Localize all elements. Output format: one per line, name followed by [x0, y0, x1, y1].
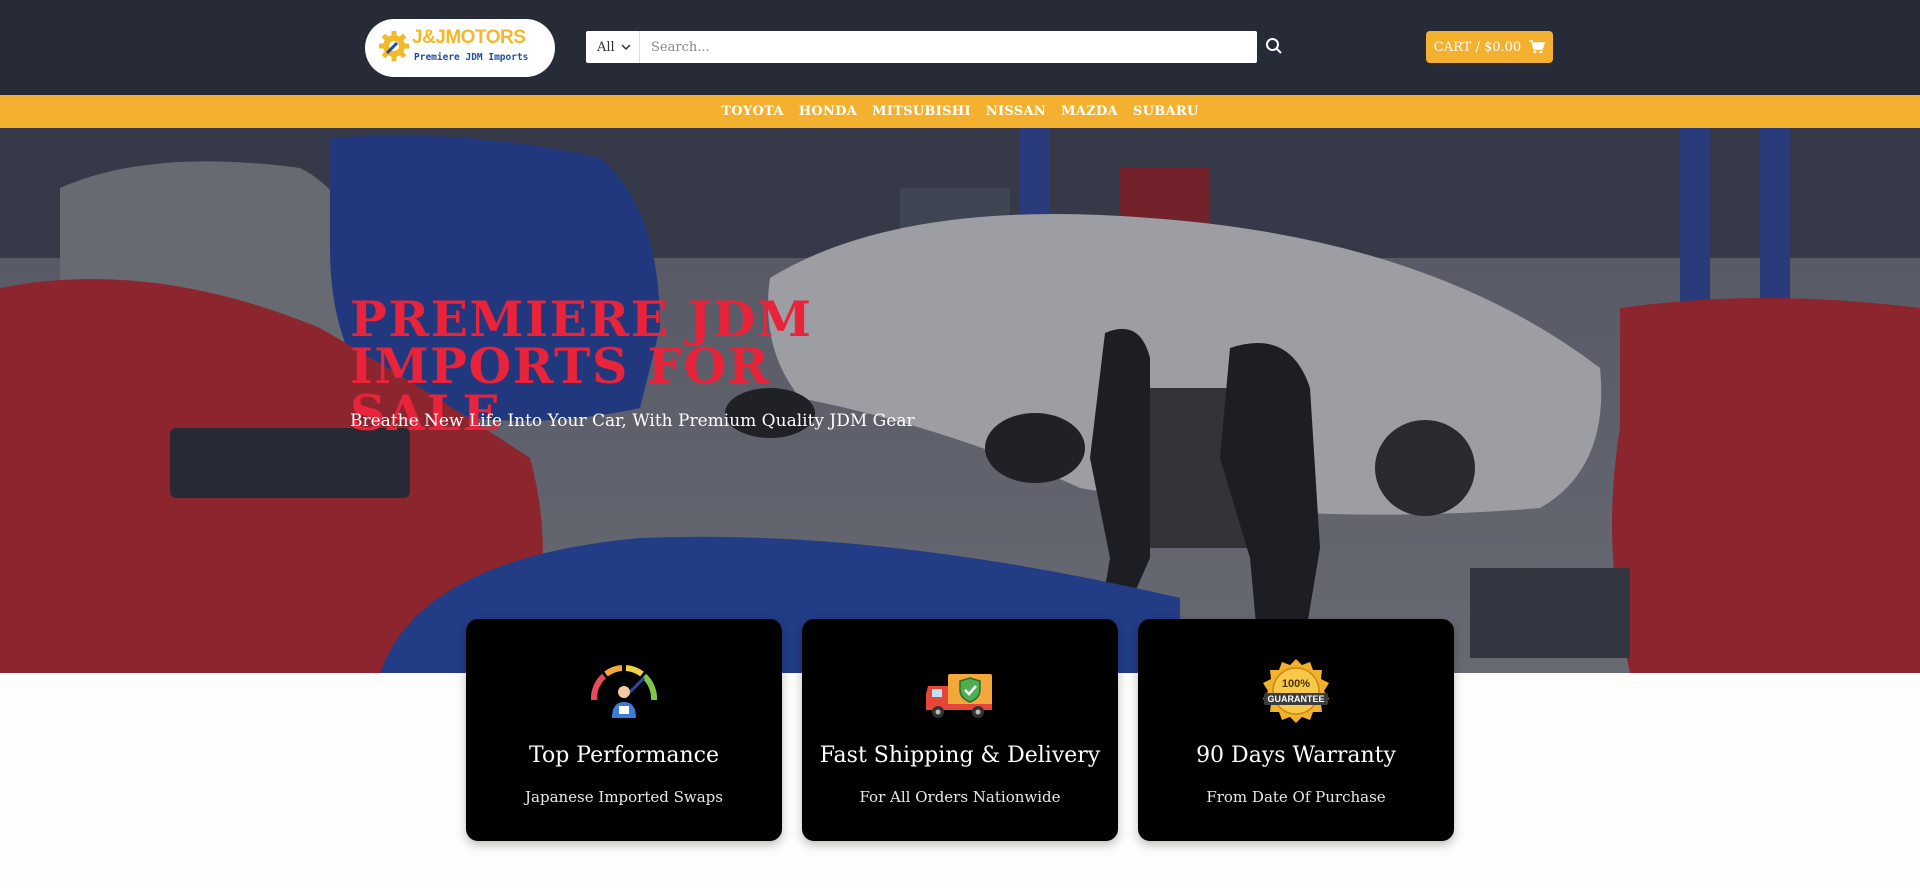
hero-banner: PREMIERE JDM IMPORTS FOR SALE Breathe Ne… — [0, 128, 1920, 673]
feature-title: Top Performance — [528, 743, 720, 768]
nav-item-subaru[interactable]: SUBARU — [1133, 104, 1199, 119]
nav-item-nissan[interactable]: NISSAN — [986, 104, 1046, 119]
brand-nav: TOYOTA HONDA MITSUBISHI NISSAN MAZDA SUB… — [0, 95, 1920, 128]
site-header: J&JMOTORS Premiere JDM Imports All CART … — [0, 0, 1920, 95]
feature-title: Fast Shipping & Delivery — [819, 743, 1101, 768]
search-category-select[interactable]: All — [586, 31, 640, 63]
feature-description: Japanese Imported Swaps — [525, 788, 723, 806]
site-logo[interactable]: J&JMOTORS Premiere JDM Imports — [365, 19, 555, 77]
search-button[interactable] — [1262, 34, 1286, 58]
guarantee-badge-icon: 100% GUARANTEE — [1256, 659, 1336, 725]
hero-subtitle: Breathe New Life Into Your Car, With Pre… — [350, 411, 915, 431]
nav-item-honda[interactable]: HONDA — [799, 104, 857, 119]
feature-description: From Date Of Purchase — [1206, 788, 1386, 806]
badge-bottom-text: GUARANTEE — [1267, 694, 1324, 704]
cart-icon — [1529, 40, 1546, 54]
search-input[interactable] — [641, 31, 1255, 63]
feature-card-shipping: Fast Shipping & Delivery For All Orders … — [802, 619, 1118, 841]
search-bar: All — [586, 31, 1257, 63]
feature-card-performance: Top Performance Japanese Imported Swaps — [466, 619, 782, 841]
chevron-down-icon — [621, 43, 631, 50]
feature-card-warranty: 100% GUARANTEE 90 Days Warranty From Dat… — [1138, 619, 1454, 841]
search-icon — [1266, 38, 1282, 54]
speedometer-icon — [584, 661, 664, 725]
nav-item-mitsubishi[interactable]: MITSUBISHI — [872, 104, 971, 119]
feature-title: 90 Days Warranty — [1196, 743, 1396, 768]
feature-description: For All Orders Nationwide — [859, 788, 1061, 806]
nav-item-mazda[interactable]: MAZDA — [1061, 104, 1118, 119]
badge-top-text: 100% — [1282, 678, 1310, 690]
logo-subtitle: Premiere JDM Imports — [414, 52, 529, 63]
nav-item-toyota[interactable]: TOYOTA — [721, 104, 783, 119]
gear-icon — [379, 31, 409, 61]
delivery-truck-icon — [920, 661, 1000, 725]
cart-button[interactable]: CART / $0.00 — [1426, 31, 1553, 63]
search-category-value: All — [597, 39, 615, 55]
logo-title: J&JMOTORS — [412, 27, 526, 48]
cart-label: CART / $0.00 — [1433, 39, 1522, 55]
hero-overlay — [0, 128, 1920, 673]
